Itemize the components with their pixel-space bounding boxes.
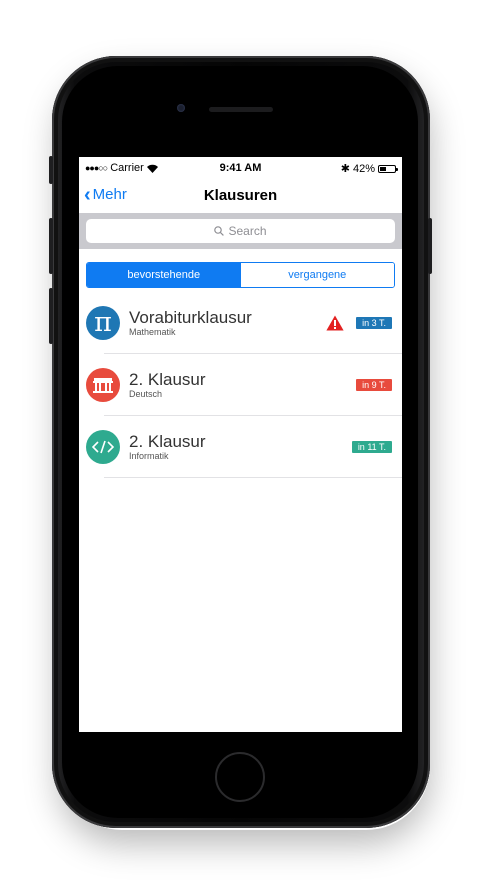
exam-row-right: in 9 T. (356, 354, 392, 416)
exam-title: Vorabiturklausur (129, 307, 252, 327)
segment-past[interactable]: vergangene (240, 263, 394, 287)
days-badge: in 11 T. (351, 441, 392, 453)
exam-row-right: in 11 T. (351, 416, 392, 478)
exam-row-text: Vorabiturklausur Mathematik (129, 307, 252, 338)
volume-down-button (49, 288, 53, 344)
exam-title: 2. Klausur (129, 431, 206, 451)
brandenburg-gate-icon (86, 368, 120, 402)
page-title: Klausuren (203, 187, 278, 204)
app-screen: ●●●○○ Carrier 9:41 AM ✱ 42% ‹ Mehr Klaus… (79, 157, 402, 732)
battery-icon (378, 164, 398, 173)
exam-subject: Mathematik (129, 326, 176, 337)
code-icon (86, 430, 120, 464)
status-right: ✱ 42% (340, 162, 398, 175)
search-bar: Search (79, 213, 402, 249)
exam-row-right: in 3 T. (326, 292, 392, 354)
battery-fill (380, 166, 386, 171)
front-camera (177, 104, 185, 112)
power-button (428, 218, 432, 274)
battery-percent: 42% (352, 162, 375, 175)
exam-row-text: 2. Klausur Informatik (129, 431, 206, 462)
search-icon (214, 226, 225, 236)
row-divider (104, 477, 402, 478)
exam-row-vorabiturklausur[interactable]: π Vorabiturklausur Mathematik in 3 T. (79, 292, 402, 354)
exam-subject: Informatik (129, 450, 169, 461)
mute-switch (49, 156, 53, 184)
volume-up-button (49, 218, 53, 274)
exam-subject: Deutsch (129, 388, 163, 399)
segmented-control: bevorstehende vergangene (86, 262, 395, 288)
days-badge: in 9 T. (356, 379, 392, 391)
bluetooth-icon: ✱ (340, 163, 350, 175)
earpiece-speaker (209, 107, 273, 112)
exam-list: π Vorabiturklausur Mathematik in 3 T. 2.… (79, 292, 402, 478)
navigation-bar: ‹ Mehr Klausuren (79, 177, 402, 213)
exam-title: 2. Klausur (129, 369, 206, 389)
segment-upcoming[interactable]: bevorstehende (87, 263, 241, 287)
days-badge: in 3 T. (356, 317, 392, 329)
search-input[interactable]: Search (86, 219, 395, 243)
warning-icon (326, 315, 344, 331)
pi-icon: π (86, 306, 120, 340)
search-placeholder: Search (228, 224, 267, 238)
exam-row-informatik[interactable]: 2. Klausur Informatik in 11 T. (79, 416, 402, 478)
home-button[interactable] (215, 752, 265, 802)
status-bar: ●●●○○ Carrier 9:41 AM ✱ 42% (79, 157, 402, 177)
exam-row-deutsch[interactable]: 2. Klausur Deutsch in 9 T. (79, 354, 402, 416)
exam-row-text: 2. Klausur Deutsch (129, 369, 206, 400)
